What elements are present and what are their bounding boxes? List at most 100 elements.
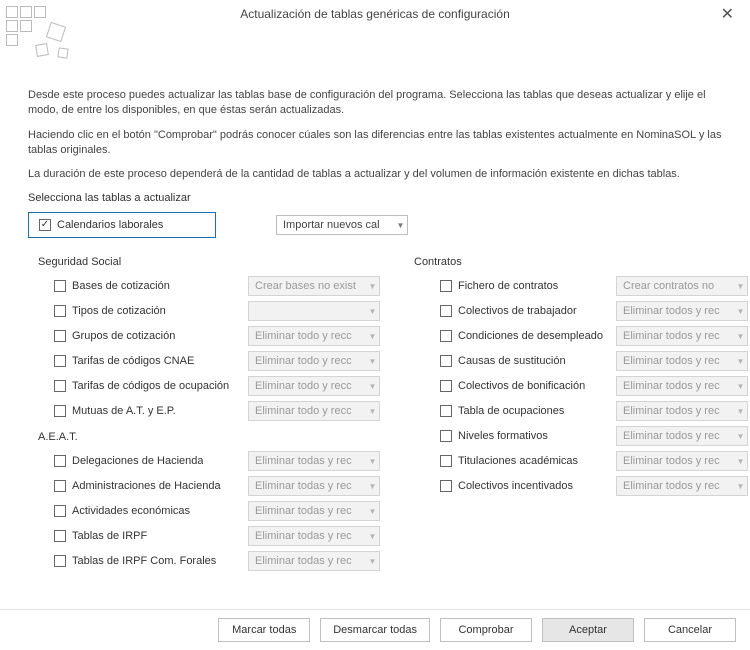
- chevron-down-icon: ▼: [365, 327, 379, 345]
- contratos-combo-value: Eliminar todos y rec: [623, 330, 720, 342]
- close-icon[interactable]: ✕: [715, 4, 740, 24]
- intro-p1: Desde este proceso puedes actualizar las…: [28, 88, 722, 118]
- seguridad-checkbox[interactable]: [54, 330, 66, 342]
- aeat-checkbox[interactable]: [54, 530, 66, 542]
- contratos-combo-value: Eliminar todos y rec: [623, 455, 720, 467]
- aeat-row: Actividades económicasEliminar todas y r…: [28, 501, 380, 521]
- chevron-down-icon: ▼: [733, 427, 747, 445]
- seguridad-combo-value: Eliminar todo y recc: [255, 380, 352, 392]
- contratos-combo[interactable]: Eliminar todos y rec ▼: [616, 401, 748, 421]
- seguridad-combo[interactable]: Eliminar todo y recc▼: [248, 401, 380, 421]
- aeat-combo-value: Eliminar todas y rec: [255, 555, 352, 567]
- aeat-checkbox[interactable]: [54, 555, 66, 567]
- aeat-combo-value: Eliminar todas y rec: [255, 480, 352, 492]
- aeat-combo[interactable]: Eliminar todas y rec ▼: [248, 551, 380, 571]
- aeat-row: Tablas de IRPFEliminar todas y rec▼: [28, 526, 380, 546]
- seguridad-row: Tipos de cotización▼: [28, 301, 380, 321]
- seguridad-row: Mutuas de A.T. y E.P. Eliminar todo y rec…: [28, 401, 380, 421]
- seguridad-combo[interactable]: Eliminar todo y recc ▼: [248, 326, 380, 346]
- aeat-checkbox[interactable]: [54, 505, 66, 517]
- desmarcar-todas-button[interactable]: Desmarcar todas: [320, 618, 430, 642]
- contratos-checkbox[interactable]: [440, 430, 452, 442]
- contratos-combo[interactable]: Crear contratos no▼: [616, 276, 748, 296]
- seguridad-combo-value: Eliminar todo y recc: [255, 355, 352, 367]
- seguridad-checkbox[interactable]: [54, 280, 66, 292]
- chevron-down-icon: ▼: [365, 277, 379, 295]
- seguridad-combo[interactable]: Crear bases no exist▼: [248, 276, 380, 296]
- seguridad-row: Grupos de cotizaciónEliminar todo y recc…: [28, 326, 380, 346]
- seguridad-checkbox[interactable]: [54, 380, 66, 392]
- aeat-label: Administraciones de Hacienda: [72, 480, 221, 492]
- seguridad-combo-value: Eliminar todo y recc: [255, 330, 352, 342]
- calendarios-checkbox[interactable]: [39, 219, 51, 231]
- contratos-combo[interactable]: Eliminar todos y rec▼: [616, 351, 748, 371]
- aeat-label: Tablas de IRPF Com. Forales: [72, 555, 216, 567]
- contratos-row: Condiciones de desempleadoEliminar todos…: [414, 326, 748, 346]
- aeat-row: Tablas de IRPF Com. Forales Eliminar toda…: [28, 551, 380, 571]
- seguridad-checkbox[interactable]: [54, 305, 66, 317]
- contratos-combo[interactable]: Eliminar todos y rec▼: [616, 476, 748, 496]
- intro-p3: La duración de este proceso dependerá de…: [28, 167, 722, 182]
- contratos-combo-value: Eliminar todos y rec: [623, 430, 720, 442]
- chevron-down-icon: ▼: [365, 527, 379, 545]
- aeat-combo[interactable]: Eliminar todas y rec▼: [248, 501, 380, 521]
- cancelar-button[interactable]: Cancelar: [644, 618, 736, 642]
- contratos-combo[interactable]: Eliminar todos y rec▼: [616, 326, 748, 346]
- calendarios-label: Calendarios laborales: [57, 219, 163, 231]
- chevron-down-icon: ▼: [365, 302, 379, 320]
- contratos-checkbox[interactable]: [440, 480, 452, 492]
- chevron-down-icon: ▼: [365, 552, 379, 570]
- aeat-checkbox[interactable]: [54, 480, 66, 492]
- chevron-down-icon: ▼: [365, 402, 379, 420]
- chevron-down-icon: ▼: [733, 277, 747, 295]
- seguridad-social-title: Seguridad Social: [38, 256, 380, 268]
- chevron-down-icon: ▼: [365, 352, 379, 370]
- contratos-checkbox[interactable]: [440, 455, 452, 467]
- contratos-label: Causas de sustitución: [458, 355, 566, 367]
- aceptar-button[interactable]: Aceptar: [542, 618, 634, 642]
- contratos-label: Tabla de ocupaciones: [458, 405, 564, 417]
- seguridad-combo[interactable]: Eliminar todo y recc▼: [248, 376, 380, 396]
- chevron-down-icon: ▼: [733, 452, 747, 470]
- seguridad-combo[interactable]: ▼: [248, 301, 380, 321]
- seguridad-label: Mutuas de A.T. y E.P.: [72, 405, 176, 417]
- contratos-combo[interactable]: Eliminar todos y rec▼: [616, 376, 748, 396]
- seguridad-combo[interactable]: Eliminar todo y recc ▼: [248, 351, 380, 371]
- intro-p2: Haciendo clic en el botón "Comprobar" po…: [28, 128, 722, 158]
- aeat-label: Delegaciones de Hacienda: [72, 455, 203, 467]
- contratos-row: Colectivos incentivadosEliminar todos y …: [414, 476, 748, 496]
- marcar-todas-button[interactable]: Marcar todas: [218, 618, 310, 642]
- chevron-down-icon: ▼: [733, 402, 747, 420]
- aeat-combo[interactable]: Eliminar todas y rec▼: [248, 451, 380, 471]
- intro-text: Desde este proceso puedes actualizar las…: [28, 88, 722, 182]
- contratos-combo[interactable]: Eliminar todos y rec ▼: [616, 451, 748, 471]
- contratos-checkbox[interactable]: [440, 330, 452, 342]
- calendarios-laborales-row: Calendarios laborales: [28, 212, 216, 238]
- contratos-row: Fichero de contratos Crear contratos no▼: [414, 276, 748, 296]
- aeat-combo[interactable]: Eliminar todas y rec▼: [248, 476, 380, 496]
- seguridad-label: Tarifas de códigos CNAE: [72, 355, 194, 367]
- chevron-down-icon: ▼: [733, 352, 747, 370]
- contratos-checkbox[interactable]: [440, 280, 452, 292]
- seguridad-checkbox[interactable]: [54, 355, 66, 367]
- seguridad-row: Tarifas de códigos de ocupaciónEliminar …: [28, 376, 380, 396]
- aeat-checkbox[interactable]: [54, 455, 66, 467]
- comprobar-button[interactable]: Comprobar: [440, 618, 532, 642]
- contratos-label: Fichero de contratos: [458, 280, 558, 292]
- chevron-down-icon: ▼: [733, 377, 747, 395]
- contratos-combo[interactable]: Eliminar todos y rec ▼: [616, 426, 748, 446]
- aeat-combo-value: Eliminar todas y rec: [255, 455, 352, 467]
- contratos-label: Colectivos de bonificación: [458, 380, 585, 392]
- contratos-checkbox[interactable]: [440, 405, 452, 417]
- app-logo: [4, 4, 84, 64]
- contratos-combo-value: Eliminar todos y rec: [623, 405, 720, 417]
- contratos-checkbox[interactable]: [440, 305, 452, 317]
- contratos-title: Contratos: [414, 256, 748, 268]
- aeat-combo[interactable]: Eliminar todas y rec▼: [248, 526, 380, 546]
- calendarios-combo[interactable]: Importar nuevos cal ▼: [276, 215, 408, 235]
- contratos-checkbox[interactable]: [440, 380, 452, 392]
- seguridad-checkbox[interactable]: [54, 405, 66, 417]
- contratos-label: Titulaciones académicas: [458, 455, 578, 467]
- contratos-combo[interactable]: Eliminar todos y rec▼: [616, 301, 748, 321]
- contratos-checkbox[interactable]: [440, 355, 452, 367]
